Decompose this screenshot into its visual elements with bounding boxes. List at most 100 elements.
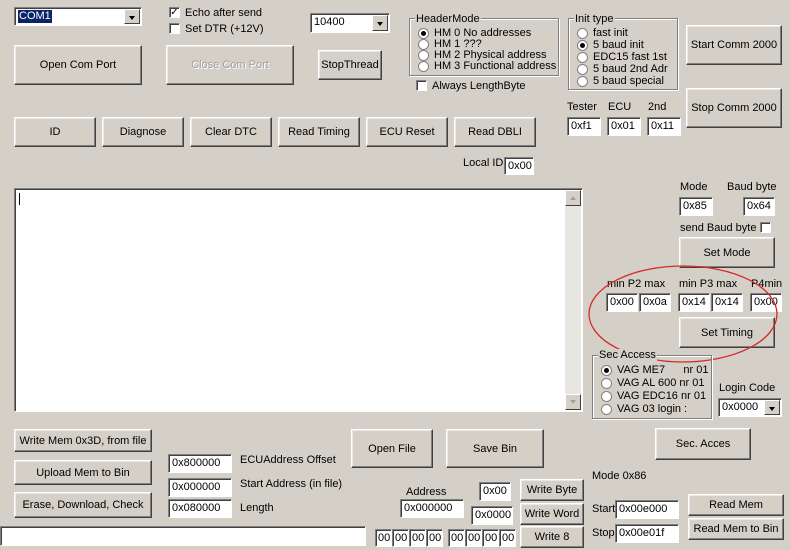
byte8-field-3[interactable]: 00 [426,529,443,547]
always-length-byte-checkbox[interactable]: Always LengthByte [416,79,526,92]
status-field[interactable] [0,526,366,546]
local-id-field[interactable]: 0x00 [504,157,534,175]
init-type-option-0[interactable]: fast init [577,28,628,39]
init-type-option-label: 5 baud special [593,75,664,87]
read-mem-to-bin-button[interactable]: Read Mem to Bin [688,518,784,540]
ecu-reset-button[interactable]: ECU Reset [366,117,448,147]
baud-rate-select[interactable]: 10400 [310,13,390,33]
open-file-button[interactable]: Open File [351,429,433,468]
init-type-option-4[interactable]: 5 baud special [577,76,664,87]
set-dtr-label: Set DTR (+12V) [185,22,264,35]
start-address-field[interactable]: 0x000000 [168,478,232,497]
radio-icon [577,76,588,87]
upload-mem-button[interactable]: Upload Mem to Bin [14,460,152,485]
address-field[interactable]: 0x000000 [400,499,464,518]
diagnose-button[interactable]: Diagnose [102,117,184,147]
radio-icon [601,404,612,415]
set-dtr-checkbox[interactable]: Set DTR (+12V) [169,22,264,35]
second-label: 2nd [648,101,667,113]
init-type-option-3[interactable]: 5 baud 2nd Adr [577,64,668,75]
p4-min-field[interactable]: 0x00 [750,293,782,312]
byte8-field-4[interactable]: 00 [448,529,465,547]
sec-access-option-2[interactable]: VAG EDC16 nr 01 [601,391,706,402]
echo-after-send-checkbox[interactable]: ✓ Echo after send [169,6,262,19]
byte8-field-0[interactable]: 00 [375,529,392,547]
length-field[interactable]: 0x080000 [168,499,232,518]
p2-label: min P2 max [607,278,666,290]
read-mem-button[interactable]: Read Mem [688,494,784,516]
set-timing-button[interactable]: Set Timing [679,317,775,348]
login-code-select[interactable]: 0x0000 [718,398,782,417]
sec-acces-button[interactable]: Sec. Acces [655,428,751,460]
erase-download-check-button[interactable]: Erase, Download, Check [14,492,152,518]
radio-icon [601,378,612,389]
write-word-button[interactable]: Write Word [520,503,584,525]
sec-access-option-label: VAG AL 600 nr 01 [617,377,705,389]
local-id-label: Local ID [463,157,504,169]
second-address-field[interactable]: 0x11 [647,117,681,136]
read-stop-field[interactable]: 0x00e01f [615,524,679,543]
header-mode-option-label: HM 3 Functional address [434,60,557,72]
com-port-value: COM1 [18,10,52,23]
header-mode-option-3[interactable]: HM 3 Functional address [418,61,556,72]
save-bin-button[interactable]: Save Bin [446,429,544,468]
p3-min-field[interactable]: 0x14 [678,293,710,312]
init-type-option-1[interactable]: 5 baud init [577,40,644,51]
stop-comm-button[interactable]: Stop Comm 2000 [686,88,782,128]
write-8-button[interactable]: Write 8 [520,526,584,548]
close-com-port-button[interactable]: Close Com Port [166,45,294,85]
read-stop-label: Stop [592,527,615,539]
send-baud-byte-checkbox[interactable]: send Baud byte [680,221,776,234]
chevron-down-icon[interactable] [124,9,140,24]
scroll-up-icon[interactable] [565,190,581,206]
byte8-field-5[interactable]: 00 [465,529,482,547]
output-textarea[interactable] [14,188,583,412]
login-code-value: 0x0000 [722,401,759,413]
read-start-field[interactable]: 0x00e000 [615,500,679,519]
baud-rate-value: 10400 [314,16,345,28]
write-word-value-field[interactable]: 0x0000 [471,506,513,525]
ecu-offset-field[interactable]: 0x800000 [168,454,232,473]
byte8-field-1[interactable]: 00 [392,529,409,547]
checkbox-empty-icon [760,222,772,233]
radio-selected-icon [601,365,612,376]
p3-max-field[interactable]: 0x14 [711,293,743,312]
write-mem-button[interactable]: Write Mem 0x3D, from file [14,429,152,452]
write-byte-button[interactable]: Write Byte [520,479,584,501]
sec-access-option-3[interactable]: VAG 03 login : [601,404,687,415]
byte8-field-6[interactable]: 00 [482,529,499,547]
set-mode-button[interactable]: Set Mode [679,237,775,268]
mode-field[interactable]: 0x85 [679,197,713,216]
mode-label: Mode [680,181,708,193]
tester-address-field[interactable]: 0xf1 [567,117,601,136]
vertical-scrollbar[interactable] [565,190,581,410]
sec-access-option-label: VAG ME7 nr 01 [617,364,709,376]
sec-access-option-0[interactable]: VAG ME7 nr 01 [601,365,709,376]
clear-dtc-button[interactable]: Clear DTC [190,117,272,147]
p2-min-field[interactable]: 0x00 [606,293,638,312]
ecu-address-field[interactable]: 0x01 [607,117,641,136]
open-com-port-button[interactable]: Open Com Port [14,45,142,85]
read-timing-button[interactable]: Read Timing [278,117,360,147]
sec-access-option-1[interactable]: VAG AL 600 nr 01 [601,378,704,389]
id-button[interactable]: ID [14,117,96,147]
tester-label: Tester [567,101,597,113]
baud-byte-field[interactable]: 0x64 [743,197,775,216]
chevron-down-icon[interactable] [372,15,388,31]
mode-86-label: Mode 0x86 [592,470,647,482]
stop-thread-button[interactable]: StopThread [318,50,382,80]
p2-max-field[interactable]: 0x0a [639,293,671,312]
byte8-field-7[interactable]: 00 [499,529,516,547]
init-type-option-label: 5 baud 2nd Adr [593,63,668,75]
chevron-down-icon[interactable] [764,400,780,415]
init-type-option-2[interactable]: EDC15 fast 1st [577,52,667,63]
com-port-select[interactable]: COM1 [14,7,142,26]
login-code-label: Login Code [719,382,776,394]
check-icon: ✓ [169,7,180,18]
start-comm-button[interactable]: Start Comm 2000 [686,25,782,65]
write-byte-value-field[interactable]: 0x00 [479,482,511,501]
scroll-down-icon[interactable] [565,394,581,410]
read-dbli-button[interactable]: Read DBLI [454,117,536,147]
byte8-field-2[interactable]: 00 [409,529,426,547]
radio-icon [601,391,612,402]
